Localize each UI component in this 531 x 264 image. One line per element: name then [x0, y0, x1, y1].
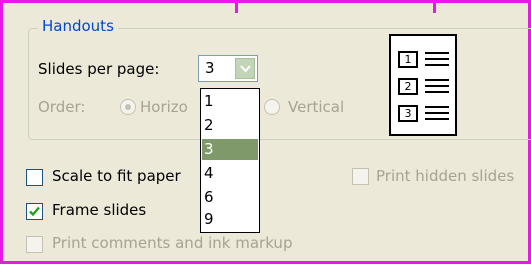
handout-preview-page: 1 2 3 — [389, 34, 457, 136]
print-comments-checkbox[interactable] — [26, 236, 43, 253]
preview-slide-box-1: 1 — [398, 51, 418, 68]
slides-per-page-label: Slides per page: — [38, 60, 160, 78]
checkmark-icon — [29, 206, 40, 217]
dropdown-option-4[interactable]: 4 — [202, 163, 258, 184]
preview-line — [425, 112, 449, 114]
preview-line — [425, 79, 449, 81]
preview-line — [425, 58, 449, 60]
chevron-down-icon — [240, 65, 251, 73]
dropdown-option-3[interactable]: 3 — [202, 139, 258, 160]
preview-slide-box-3: 3 — [398, 105, 418, 122]
slides-per-page-value: 3 — [205, 59, 215, 77]
preview-line — [425, 85, 449, 87]
order-horizontal-radio[interactable] — [120, 99, 136, 115]
dropdown-option-1[interactable]: 1 — [202, 91, 258, 112]
preview-line — [425, 52, 449, 54]
frame-slides-label[interactable]: Frame slides — [52, 201, 146, 219]
slides-per-page-dropdown-list[interactable]: 1 2 3 4 6 9 — [200, 88, 260, 233]
scale-to-fit-checkbox[interactable] — [26, 169, 43, 186]
order-vertical-label: Vertical — [288, 98, 345, 116]
order-horizontal-label: Horizo — [140, 98, 188, 116]
dropdown-option-6[interactable]: 6 — [202, 187, 258, 208]
order-label: Order: — [38, 98, 86, 116]
frame-slides-checkbox[interactable] — [26, 203, 43, 220]
preview-line — [425, 91, 449, 93]
preview-line — [425, 64, 449, 66]
handouts-title: Handouts — [38, 17, 118, 35]
highlight-frame-top-left — [0, 0, 238, 13]
slides-per-page-combo[interactable]: 3 — [198, 55, 258, 82]
preview-line — [425, 118, 449, 120]
print-comments-label[interactable]: Print comments and ink markup — [52, 234, 292, 252]
print-hidden-slides-checkbox[interactable] — [352, 168, 369, 185]
dropdown-button[interactable] — [235, 58, 255, 79]
scale-to-fit-label[interactable]: Scale to fit paper — [52, 167, 181, 185]
highlight-frame-top-right — [433, 0, 531, 13]
print-hidden-slides-label[interactable]: Print hidden slides — [376, 167, 514, 185]
dropdown-option-9[interactable]: 9 — [202, 209, 258, 230]
order-vertical-radio[interactable] — [264, 99, 280, 115]
preview-line — [425, 106, 449, 108]
dropdown-option-2[interactable]: 2 — [202, 115, 258, 136]
preview-slide-box-2: 2 — [398, 78, 418, 95]
